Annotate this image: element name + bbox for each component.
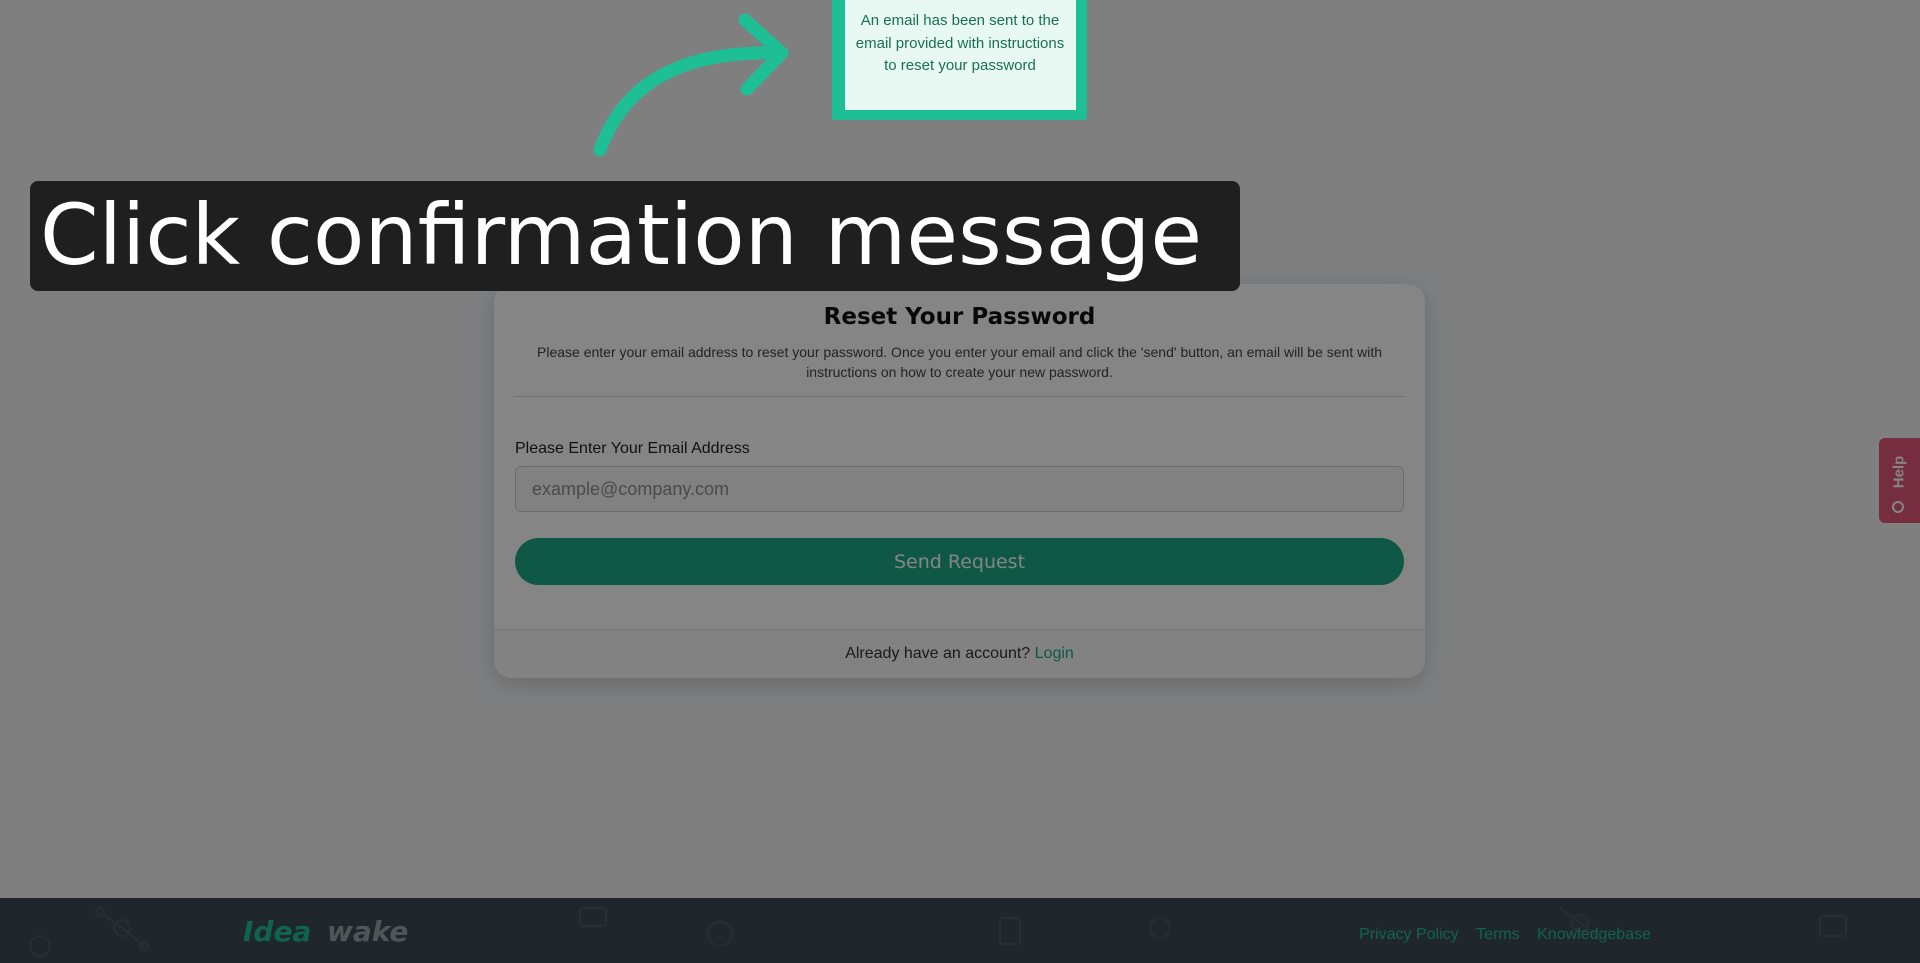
help-tab[interactable]: Help [1879,438,1920,523]
account-prompt: Already have an account? [845,645,1031,662]
pointer-arrow-icon [593,13,789,157]
knowledgebase-link[interactable]: Knowledgebase [1537,926,1651,943]
lifebuoy-icon [1892,501,1904,513]
svg-text:wake: wake [327,915,408,948]
ideawake-logo[interactable]: Idea wake [243,914,437,953]
caption-text: Click confirmation message [40,186,1203,284]
terms-link[interactable]: Terms [1476,926,1520,943]
svg-text:Idea: Idea [243,915,311,948]
login-link[interactable]: Login [1035,645,1074,662]
page-title: Reset Your Password [823,304,1096,330]
help-label: Help [1890,455,1908,489]
footer-links: Privacy Policy Terms Knowledgebase [1346,926,1651,944]
reset-password-card: Reset Your Password Please enter your em… [494,284,1425,678]
divider [514,396,1405,397]
card-footer: Already have an account? Login [494,629,1425,678]
email-field-label: Please Enter Your Email Address [515,440,750,457]
confirmation-message[interactable]: An email has been sent to the email prov… [841,0,1076,110]
reset-instructions: Please enter your email address to reset… [537,344,1382,380]
send-request-button[interactable]: Send Request [515,538,1404,585]
email-field[interactable] [515,466,1404,512]
tutorial-caption: Click confirmation message [30,181,1240,291]
confirmation-text: An email has been sent to the email prov… [855,12,1065,74]
privacy-policy-link[interactable]: Privacy Policy [1359,926,1459,943]
